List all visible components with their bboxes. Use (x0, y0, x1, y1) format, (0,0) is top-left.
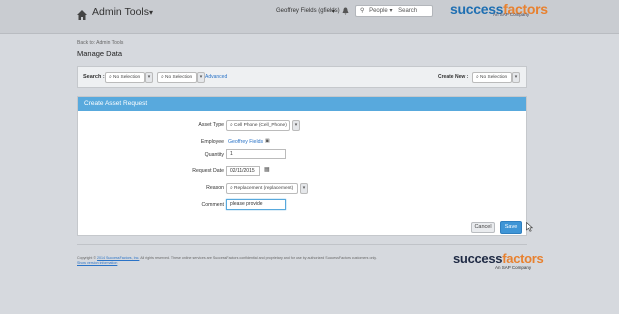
employee-link[interactable]: Geoffrey Fields (228, 139, 263, 145)
create-new-value: No Selection (480, 75, 508, 80)
reason-value: Replacement (replacement) (234, 186, 294, 191)
footer-copyright: Copyright © 2014 SuccessFactors, Inc. Al… (77, 256, 422, 266)
advanced-search-link[interactable]: Advanced (205, 74, 227, 80)
search-label: Search : (83, 74, 105, 80)
page-title: Manage Data (77, 49, 123, 58)
logo-subtitle: An SAP Company (493, 12, 530, 17)
comment-label: Comment (201, 202, 225, 208)
footer-logo-accent: factors (502, 251, 544, 266)
search-panel: Search : ⌕ No Selection ▾ ⌕ No Selection… (77, 66, 527, 88)
calendar-icon[interactable]: ▦ (264, 166, 270, 173)
asset-type-label: Asset Type (198, 122, 224, 128)
chevron-down-icon[interactable]: ▾ (389, 8, 392, 14)
quantity-label: Quantity (204, 152, 224, 158)
search-type-select[interactable]: ⌕ No Selection (105, 72, 145, 83)
show-version-link[interactable]: Show version information (77, 261, 117, 265)
create-new-label: Create New : (438, 74, 469, 80)
footer-logo-main: success (453, 251, 503, 266)
cancel-button[interactable]: Cancel (471, 222, 495, 233)
people-search-box[interactable]: ⚲ People ▾ Search (355, 5, 433, 17)
dialog-title: Create Asset Request (84, 100, 148, 107)
search-object-select[interactable]: ⌕ No Selection (157, 72, 197, 83)
asset-type-value: Cell Phone (Cell_Phone) (234, 123, 287, 128)
person-card-icon[interactable]: ▣ (265, 138, 270, 144)
dialog-header: Create Asset Request (78, 97, 526, 111)
top-bar: Admin Tools ▾ Geoffrey Fields (gfields) … (0, 0, 619, 34)
chevron-down-icon[interactable]: ▾ (300, 183, 308, 194)
chevron-down-icon[interactable]: ▾ (149, 8, 153, 17)
user-menu[interactable]: Geoffrey Fields (gfields) (276, 8, 340, 14)
home-icon[interactable] (76, 8, 88, 20)
quantity-input[interactable]: 1 (226, 149, 286, 159)
copyright-link[interactable]: 2014 SuccessFactors, Inc. (97, 256, 139, 260)
asset-type-select[interactable]: ⌕ Cell Phone (Cell_Phone) (226, 120, 290, 131)
create-asset-request-dialog: Create Asset Request Asset Type ⌕ Cell P… (77, 96, 527, 236)
comment-input[interactable]: please provide (226, 199, 286, 210)
search-icon: ⚲ (360, 8, 365, 14)
reason-select[interactable]: ⌕ Replacement (replacement) (226, 183, 298, 194)
employee-label: Employee (200, 139, 224, 145)
mouse-pointer-icon (526, 221, 534, 234)
footer-divider (77, 244, 527, 245)
chevron-down-icon[interactable]: ▾ (197, 72, 205, 83)
search-scope-dropdown[interactable]: People (369, 8, 388, 14)
back-to-admin-tools-link[interactable]: Back to: Admin Tools (77, 40, 123, 46)
request-date-label: Request Date (192, 168, 224, 174)
admin-tools-menu[interactable]: Admin Tools (92, 6, 149, 18)
chevron-down-icon[interactable]: ▾ (145, 72, 153, 83)
search-input[interactable]: Search (398, 8, 417, 14)
chevron-down-icon[interactable]: ▾ (292, 120, 300, 131)
save-button[interactable]: Save (500, 221, 522, 234)
reason-label: Reason (206, 185, 224, 191)
request-date-input[interactable]: 02/11/2015 (226, 166, 260, 176)
copyright-prefix: Copyright © (77, 256, 97, 260)
copyright-text: All rights reserved. These online servic… (140, 256, 377, 260)
search-type-value: No Selection (113, 75, 141, 80)
successfactors-footer-logo: successfactors (453, 251, 544, 266)
footer-logo-subtitle: An SAP Company (495, 265, 532, 270)
create-new-select[interactable]: ⌕ No Selection (472, 72, 512, 83)
chevron-down-icon[interactable]: ▾ (512, 72, 520, 83)
search-object-value: No Selection (165, 75, 193, 80)
bell-icon[interactable] (342, 7, 349, 17)
chevron-down-icon[interactable]: ▾ (332, 8, 335, 15)
